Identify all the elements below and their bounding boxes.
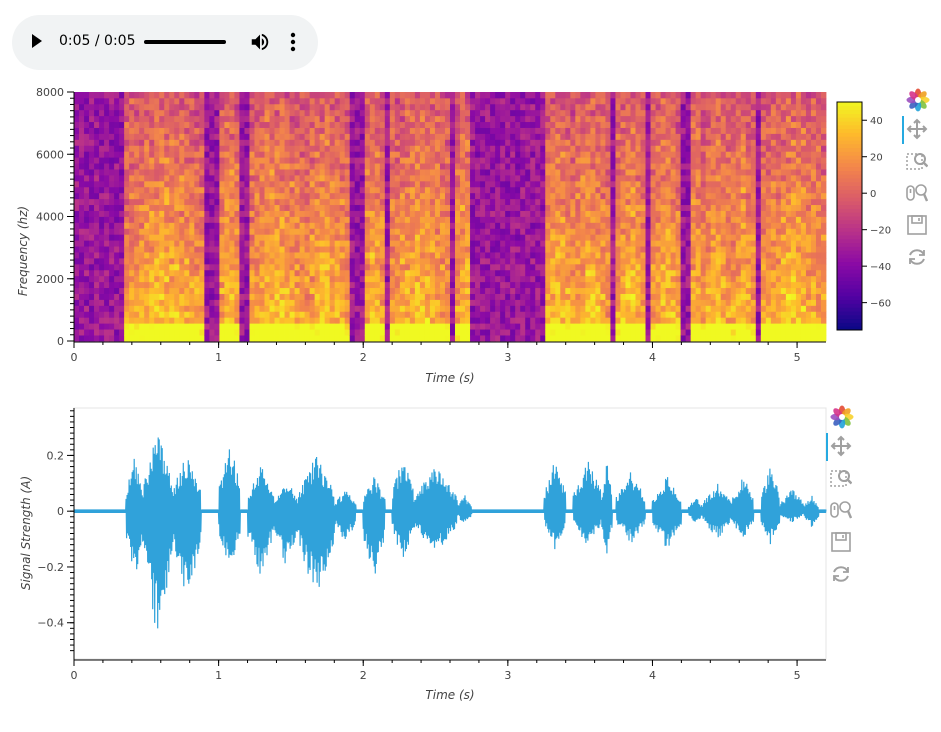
spectrogram-plot[interactable]: 0 1 2 3 4 5 0 2000 4000 6000 8000 Time (s) Frequen… [0,80,900,390]
pan-icon[interactable] [830,435,852,461]
waveform-x-tick-label: 1 [215,669,222,682]
wheel-zoom-icon[interactable] [830,499,853,525]
audio-time-display: 0:05 / 0:05 [59,33,136,49]
spectrogram-heatmap [74,92,827,342]
spectrogram-y-axis-label: Frequency (hz) [16,206,30,296]
waveform-x-tick-label: 2 [360,669,367,682]
active-tool-indicator [902,116,904,144]
colorbar-tick-label: −20 [870,226,891,237]
bokeh-logo-icon [830,405,854,433]
play-icon[interactable] [32,34,42,48]
bokeh-logo-icon [906,88,930,116]
spectrogram-x-tick-label: 3 [504,351,511,364]
audio-progress-bar[interactable] [144,40,226,44]
waveform-y-tick-label: 0 [57,505,64,518]
spectrogram-y-tick-label: 4000 [36,211,64,224]
more-vertical-icon[interactable] [288,31,298,53]
waveform-toolbar[interactable] [826,405,858,590]
waveform-x-tick-label: 3 [504,669,511,682]
spectrogram-x-tick-label: 5 [794,351,801,364]
waveform-x-tick-label: 4 [649,669,656,682]
spectrogram-toolbar[interactable] [902,88,934,273]
wheel-zoom-icon[interactable] [906,182,929,208]
waveform-x-axis-label: Time (s) [425,688,474,702]
spectrogram-x-tick-label: 2 [360,351,367,364]
colorbar-tick-label: −40 [870,262,891,273]
waveform-y-tick-label: −0.4 [37,617,64,630]
reset-icon[interactable] [830,563,852,589]
spectrogram-y-tick-label: 8000 [36,86,64,99]
colorbar-tick-label: 40 [870,116,883,127]
save-icon[interactable] [830,531,852,557]
waveform-plot[interactable]: 0 1 2 3 4 5 0.2 0 −0.2 −0.4 Time (s) Signal Stren… [0,400,830,710]
waveform-y-tick-label: 0.2 [47,449,65,462]
spectrogram-y-tick-label: 0 [57,335,64,348]
colorbar-tick-label: 20 [870,153,883,164]
spectrogram-x-tick-label: 0 [71,351,78,364]
colorbar: 40 20 0 −20 −40 −60 [836,101,891,331]
waveform-x-tick-label: 0 [71,669,78,682]
active-tool-indicator [826,433,828,461]
spectrogram-x-tick-label: 1 [215,351,222,364]
box-zoom-icon[interactable] [906,150,929,176]
colorbar-tick-label: −60 [870,299,891,310]
volume-icon[interactable] [249,31,271,53]
spectrogram-x-tick-label: 4 [649,351,656,364]
spectrogram-x-axis-label: Time (s) [425,371,474,385]
pan-icon[interactable] [906,118,928,144]
save-icon[interactable] [906,214,928,240]
spectrogram-y-tick-label: 2000 [36,273,64,286]
reset-icon[interactable] [906,246,928,272]
spectrogram-y-tick-label: 6000 [36,148,64,161]
waveform-y-tick-label: −0.2 [37,561,64,574]
waveform-x-tick-label: 5 [794,669,801,682]
audio-player[interactable]: 0:05 / 0:05 [12,15,318,70]
colorbar-tick-label: 0 [870,189,876,200]
box-zoom-icon[interactable] [830,467,853,493]
waveform-y-axis-label: Signal Strength (A) [19,476,33,590]
